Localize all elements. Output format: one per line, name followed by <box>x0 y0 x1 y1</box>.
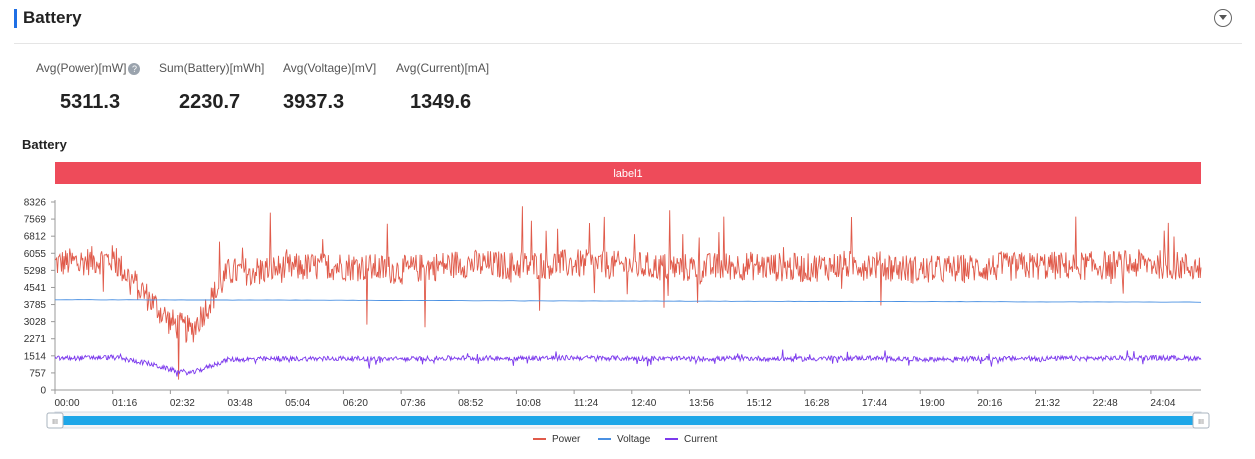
x-tick-label: 20:16 <box>977 398 1002 409</box>
x-tick-label: 05:04 <box>285 398 310 409</box>
battery-chart: label1 8326 7569 6812 6055 5298 4541 3785 3028 22… <box>24 162 1210 445</box>
x-tick-label: 01:16 <box>112 398 137 409</box>
band-label: label1 <box>613 168 642 180</box>
x-tick-label: 17:44 <box>862 398 887 409</box>
y-tick-label: 2271 <box>24 334 47 345</box>
x-tick-label: 11:24 <box>574 398 599 409</box>
x-tick-label: 07:36 <box>401 398 426 409</box>
y-tick-label: 5298 <box>24 266 47 277</box>
zoom-handle-grip-icon: III <box>52 419 58 426</box>
x-tick-label: 15:12 <box>747 398 772 409</box>
y-tick-label: 6055 <box>24 249 47 260</box>
x-tick-label: 08:52 <box>458 398 483 409</box>
x-tick-label: 22:48 <box>1093 398 1118 409</box>
x-tick-label: 16:28 <box>804 398 829 409</box>
y-tick-label: 757 <box>29 368 46 379</box>
legend-label: Current <box>684 434 718 445</box>
x-tick-label: 21:32 <box>1035 398 1060 409</box>
y-tick-label: 3028 <box>24 317 47 328</box>
x-tick-label: 19:00 <box>920 398 945 409</box>
x-tick-label: 12:40 <box>631 398 656 409</box>
x-tick-label: 00:00 <box>54 398 79 409</box>
x-tick-label: 02:32 <box>170 398 195 409</box>
y-tick-label: 8326 <box>24 198 47 209</box>
legend-label: Voltage <box>617 434 651 445</box>
x-tick-label: 10:08 <box>516 398 541 409</box>
series-line-power <box>54 206 1202 380</box>
zoom-handle-grip-icon: III <box>1198 419 1204 426</box>
x-tick-label: 13:56 <box>689 398 714 409</box>
x-tick-label: 06:20 <box>343 398 368 409</box>
y-tick-label: 0 <box>40 386 46 397</box>
y-tick-label: 3785 <box>24 300 47 311</box>
series-line-current <box>54 349 1202 377</box>
series-line-voltage <box>55 299 1202 303</box>
y-tick-label: 6812 <box>24 232 47 243</box>
x-tick-label: 03:48 <box>228 398 253 409</box>
legend-label: Power <box>552 434 581 445</box>
y-tick-label: 4541 <box>24 283 47 294</box>
y-tick-label: 1514 <box>24 351 47 362</box>
x-tick-label: 24:04 <box>1150 398 1175 409</box>
zoom-slider-range[interactable] <box>55 416 1201 425</box>
y-tick-label: 7569 <box>24 215 47 226</box>
